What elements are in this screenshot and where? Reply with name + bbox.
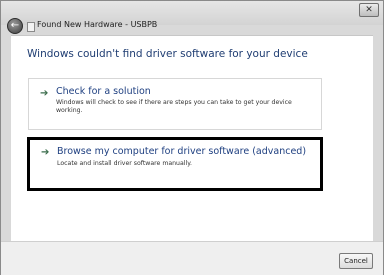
browse-computer-option[interactable]: ➔ Browse my computer for driver software… bbox=[27, 137, 323, 191]
check-for-solution-option[interactable]: ➔ Check for a solution Windows will chec… bbox=[28, 78, 322, 130]
option-description: Windows will check to see if there are s… bbox=[56, 99, 292, 114]
option-description: Locate and install driver software manua… bbox=[57, 160, 192, 167]
option-title: Browse my computer for driver software (… bbox=[57, 146, 307, 157]
wizard-window: ✕ ← Found New Hardware - USBPB Windows c… bbox=[0, 0, 384, 275]
cancel-button[interactable]: Cancel bbox=[339, 253, 373, 269]
option-title: Check for a solution bbox=[56, 86, 151, 97]
green-arrow-icon: ➔ bbox=[41, 147, 50, 158]
close-button[interactable]: ✕ bbox=[359, 3, 379, 17]
green-arrow-icon: ➔ bbox=[40, 88, 49, 99]
page-heading: Windows couldn't find driver software fo… bbox=[27, 48, 308, 60]
back-arrow-icon[interactable]: ← bbox=[7, 18, 23, 34]
hardware-icon bbox=[27, 22, 35, 32]
window-title: Found New Hardware - USBPB bbox=[37, 20, 158, 29]
footer-bar bbox=[1, 241, 383, 275]
